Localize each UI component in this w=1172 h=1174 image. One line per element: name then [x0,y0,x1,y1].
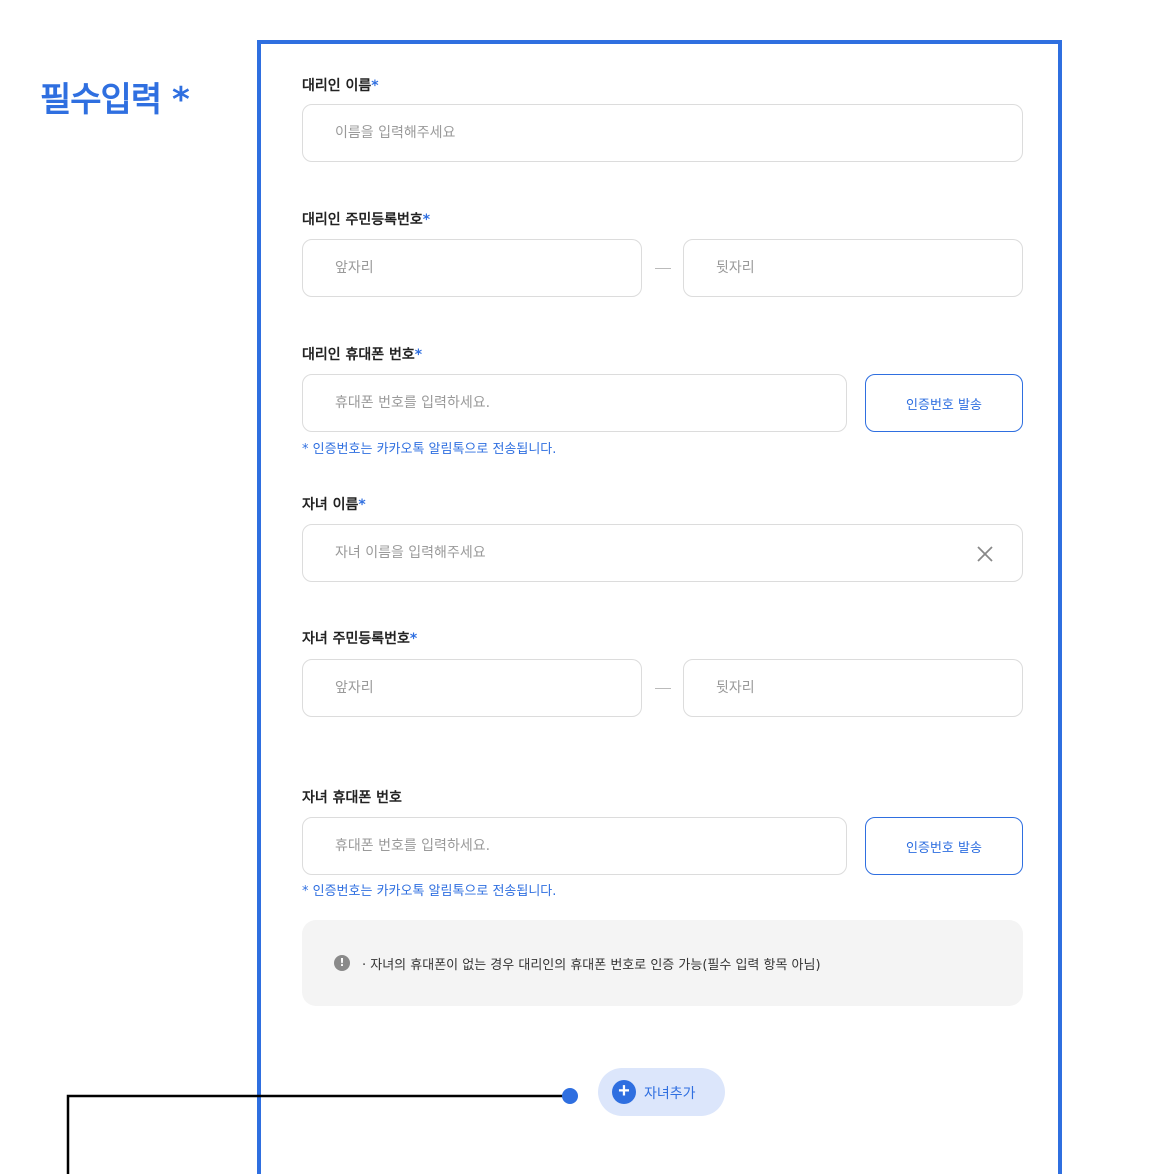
annotation-connector [66,1088,578,1174]
